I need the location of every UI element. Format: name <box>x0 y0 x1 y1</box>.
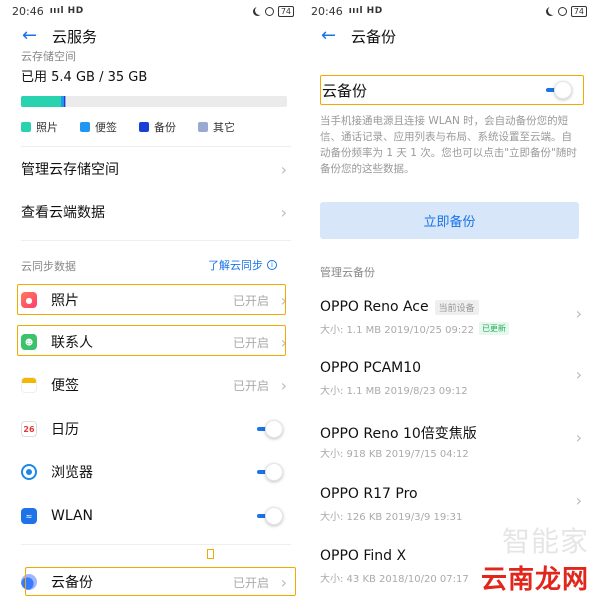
backup-now-button[interactable]: 立即备份 <box>320 202 579 239</box>
page-title: 云备份 <box>351 27 397 46</box>
network-indicator: ıııl HD <box>348 6 383 16</box>
legend-swatch <box>139 122 149 132</box>
divider <box>21 544 291 545</box>
contacts-icon: ☻ <box>21 334 37 350</box>
calendar-toggle[interactable] <box>257 420 283 438</box>
cloud-backup-toggle-row: 云备份 <box>320 76 578 104</box>
chevron-right-icon: › <box>575 428 582 447</box>
highlight-marker <box>207 549 214 559</box>
do-not-disturb-icon <box>548 6 557 15</box>
chevron-right-icon: › <box>575 365 582 384</box>
notes-icon <box>21 377 37 393</box>
current-device-badge: 当前设备 <box>434 299 479 315</box>
alarm-icon <box>264 6 274 16</box>
cloud-backup-screen: 20:46 ıııl HD 74 ← 云备份 云备份 当手机接通电源且连接 WL… <box>307 0 593 600</box>
storage-segment <box>65 96 66 107</box>
legend-swatch <box>198 122 208 132</box>
device-item[interactable]: OPPO Reno Ace 当前设备 大小: 1.1 MB 2019/10/25 … <box>320 299 584 349</box>
header: ← 云备份 <box>307 22 593 50</box>
battery-indicator: 74 <box>570 5 587 17</box>
legend-item-notes: 便签 <box>80 119 117 135</box>
storage-usage-bar <box>21 96 287 107</box>
storage-legend: 照片 便签 备份 其它 <box>21 119 235 135</box>
sync-item-wlan: ≈ WLAN <box>21 499 291 533</box>
cloud-backup-toggle[interactable] <box>546 81 572 99</box>
legend-item-backup: 备份 <box>139 119 176 135</box>
calendar-icon: 26 <box>21 421 37 437</box>
info-icon: i <box>267 260 277 270</box>
sync-item-photos[interactable]: ● 照片 已开启 › <box>21 283 291 317</box>
chevron-right-icon: › <box>575 304 582 323</box>
device-item[interactable]: OPPO PCAM10 大小: 1.1 MB 2019/8/23 09:12 › <box>320 360 584 410</box>
alarm-icon <box>557 6 567 16</box>
sync-item-browser: 浏览器 <box>21 455 291 489</box>
status-time: 20:46 <box>12 4 44 18</box>
sync-section-label: 云同步数据 <box>21 260 76 273</box>
wifi-icon: ≈ <box>21 508 37 524</box>
wlan-toggle[interactable] <box>257 507 283 525</box>
battery-indicator: 74 <box>277 5 294 17</box>
do-not-disturb-icon <box>255 6 264 15</box>
view-cloud-data-item[interactable]: 查看云端数据 › <box>21 200 291 224</box>
status-bar: 20:46 ıııl HD 74 <box>8 0 300 22</box>
header: ← 云服务 <box>8 22 300 50</box>
chevron-right-icon: › <box>280 572 287 592</box>
screen-divider <box>300 0 307 600</box>
legend-swatch <box>21 122 31 132</box>
browser-toggle[interactable] <box>257 463 283 481</box>
backup-description: 当手机接通电源且连接 WLAN 时，会自动备份您的短信、通话记录、应用列表与布局… <box>320 115 577 175</box>
watermark-faint-text: 智能家 <box>501 525 589 558</box>
storage-segment <box>21 96 61 107</box>
manage-backup-label: 管理云备份 <box>320 266 375 279</box>
page-title: 云服务 <box>52 27 98 46</box>
cloud-service-screen: 20:46 ıııl HD 74 ← 云服务 云存储空间 已用 5.4 GB /… <box>8 0 300 600</box>
chevron-right-icon: › <box>280 290 287 310</box>
status-bar: 20:46 ıııl HD 74 <box>307 0 593 22</box>
legend-item-photos: 照片 <box>21 119 58 135</box>
browser-icon <box>21 464 37 480</box>
network-indicator: ıııl HD <box>49 6 84 16</box>
chevron-right-icon: › <box>280 375 287 395</box>
chevron-right-icon: › <box>280 202 287 222</box>
cloud-backup-item[interactable]: 云备份 已开启 › <box>21 565 291 599</box>
sync-item-contacts[interactable]: ☻ 联系人 已开启 › <box>21 325 291 359</box>
legend-swatch <box>80 122 90 132</box>
sync-item-notes[interactable]: 便签 已开启 › <box>21 368 291 402</box>
storage-label: 云存储空间 <box>21 50 76 63</box>
legend-item-other: 其它 <box>198 119 235 135</box>
status-time: 20:46 <box>311 4 343 18</box>
device-item[interactable]: OPPO Reno 10倍变焦版 大小: 918 KB 2019/7/15 04… <box>320 423 584 473</box>
cloud-icon <box>21 574 37 590</box>
chevron-right-icon: › <box>575 491 582 510</box>
photos-icon: ● <box>21 292 37 308</box>
back-arrow-icon[interactable]: ← <box>22 27 52 45</box>
back-arrow-icon[interactable]: ← <box>321 27 351 45</box>
updated-badge: 已更新 <box>478 322 509 335</box>
sync-item-calendar: 26 日历 <box>21 412 291 446</box>
manage-storage-item[interactable]: 管理云存储空间 › <box>21 157 291 181</box>
watermark: 智能家 云南龙网 <box>427 520 593 598</box>
storage-used-text: 已用 5.4 GB / 35 GB <box>21 70 148 85</box>
watermark-main-text: 云南龙网 <box>480 565 589 595</box>
learn-cloud-sync-link[interactable]: 了解云同步 i <box>208 257 277 273</box>
divider <box>21 146 291 147</box>
chevron-right-icon: › <box>280 332 287 352</box>
chevron-right-icon: › <box>280 159 287 179</box>
divider <box>21 240 291 241</box>
